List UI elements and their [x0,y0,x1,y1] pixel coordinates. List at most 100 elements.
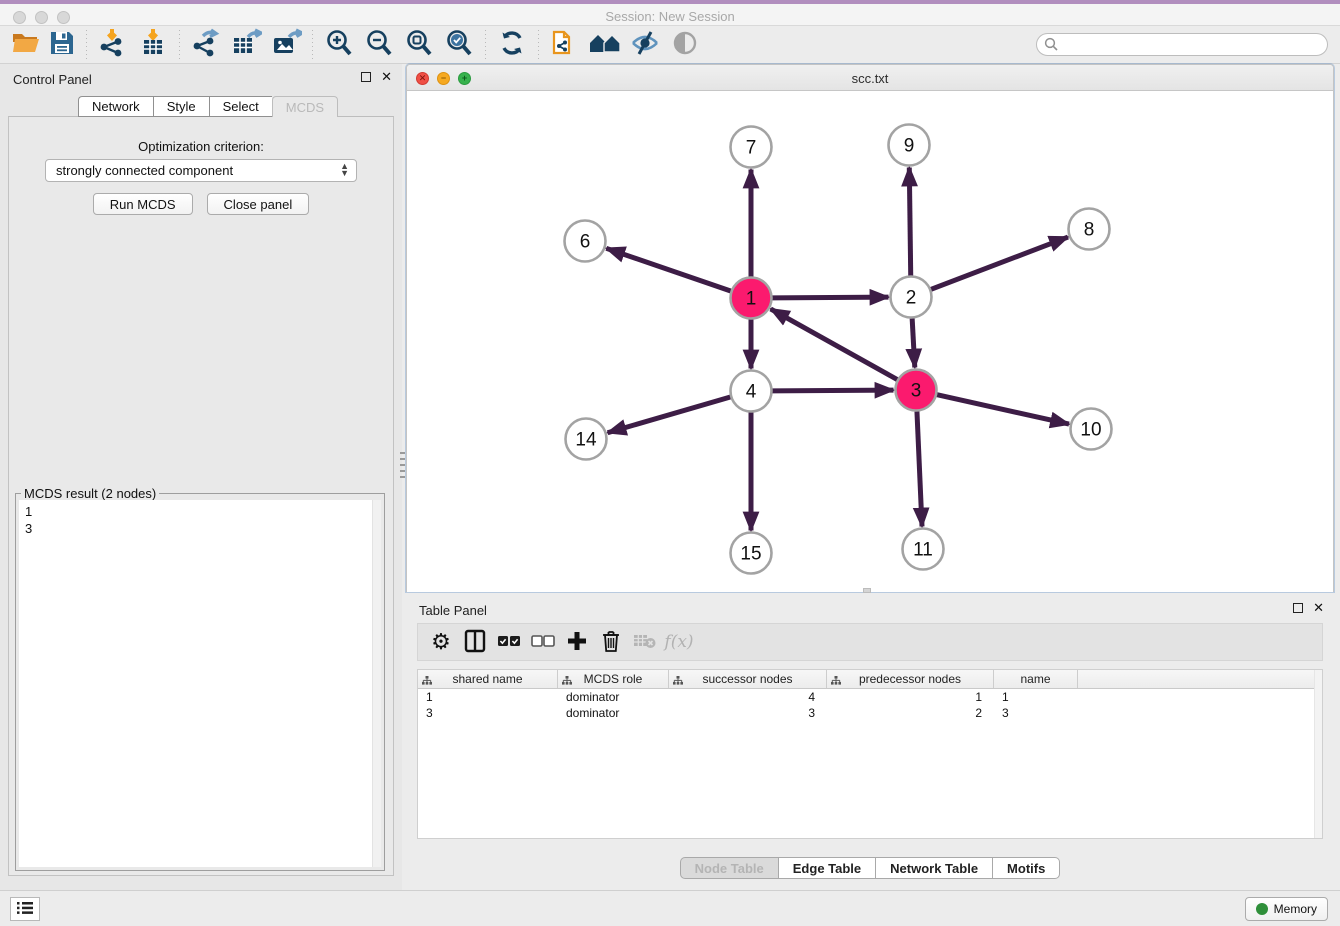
function-builder-button-disabled: f(x) [664,627,694,657]
hide-graphics-button[interactable] [625,29,665,61]
fx-icon: f(x) [664,632,693,652]
tab-style[interactable]: Style [153,96,209,117]
close-table-panel-icon[interactable]: ✕ [1313,603,1324,613]
table-row[interactable]: 3dominator323 [418,705,1322,721]
export-network-button[interactable] [186,29,226,61]
zoom-selected-button[interactable] [439,29,479,61]
show-graphics-button[interactable] [665,29,705,61]
task-history-button[interactable] [10,897,40,921]
zoom-in-button[interactable] [319,29,359,61]
export-table-icon [230,28,262,61]
float-table-panel-icon[interactable] [1293,603,1303,613]
cell-successor-nodes[interactable]: 4 [669,690,827,704]
close-panel-button[interactable]: Close panel [207,193,310,215]
search-icon [1044,37,1059,55]
edge-1-2[interactable] [772,297,888,298]
edge-3-11[interactable] [917,411,922,526]
refresh-button[interactable] [492,29,532,61]
mcds-result-area[interactable]: 1 3 [19,500,381,867]
network-frame-title: scc.txt [407,71,1333,86]
float-panel-icon[interactable] [361,72,371,82]
edge-2-8[interactable] [931,237,1068,289]
deselect-all-button[interactable] [528,627,558,657]
hierarchy-icon [831,674,841,688]
network-canvas[interactable]: 1234678910111415 [407,91,1333,592]
edge-1-6[interactable] [606,248,730,291]
table-scrollbar[interactable] [1314,670,1322,838]
open-folder-icon [11,30,41,59]
home-networks-button[interactable] [585,29,625,61]
save-session-button[interactable] [44,29,80,61]
add-column-button[interactable] [562,627,592,657]
open-network-file-button[interactable] [545,29,585,61]
open-session-button[interactable] [8,29,44,61]
tab-node-table[interactable]: Node Table [680,857,778,879]
tab-mcds[interactable]: MCDS [272,96,338,117]
table-panel-tabs: Node TableEdge TableNetwork TableMotifs [406,857,1334,879]
edge-4-3[interactable] [772,390,893,391]
panel-splitter-handle[interactable] [400,452,405,478]
zoom-out-button[interactable] [359,29,399,61]
zoom-fit-button[interactable] [399,29,439,61]
graph-node-label-9: 9 [904,136,915,157]
cell-shared-name[interactable]: 3 [418,706,558,720]
graph-node-label-8: 8 [1084,220,1095,241]
edge-2-3[interactable] [912,318,915,367]
tab-network-table[interactable]: Network Table [875,857,992,879]
graph-node-label-7: 7 [746,138,757,159]
delete-column-button[interactable] [596,627,626,657]
cell-name[interactable]: 1 [994,690,1078,704]
column-header-shared-name[interactable]: shared name [418,670,558,688]
table-header-row: shared nameMCDS rolesuccessor nodesprede… [418,670,1322,689]
columns-icon [464,629,486,656]
run-mcds-button[interactable]: Run MCDS [93,193,193,215]
edge-2-9[interactable] [909,167,910,275]
gear-icon: ⚙ [431,630,451,655]
search-input[interactable] [1036,33,1328,56]
plus-icon [566,630,588,655]
table-row[interactable]: 1dominator411 [418,689,1322,705]
result-scrollbar[interactable] [372,500,381,867]
import-table-button[interactable] [133,29,173,61]
cell-name[interactable]: 3 [994,706,1078,720]
show-columns-button[interactable] [460,627,490,657]
cell-shared-name[interactable]: 1 [418,690,558,704]
export-image-button[interactable] [266,29,306,61]
cell-MCDS-role[interactable]: dominator [558,690,669,704]
toolbar-separator [312,30,313,60]
column-header-predecessor-nodes[interactable]: predecessor nodes [827,670,994,688]
tab-motifs[interactable]: Motifs [992,857,1060,879]
export-table-button[interactable] [226,29,266,61]
graph-node-label-11: 11 [913,540,933,561]
graph-node-label-10: 10 [1080,420,1101,441]
memory-button[interactable]: Memory [1245,897,1328,921]
hierarchy-icon [422,674,432,688]
frame-resize-handle[interactable] [863,588,871,593]
tab-select[interactable]: Select [209,96,272,117]
criterion-select[interactable]: strongly connected component ▲▼ [45,159,357,182]
node-table[interactable]: shared nameMCDS rolesuccessor nodesprede… [417,669,1323,839]
close-panel-icon[interactable]: ✕ [381,72,392,82]
column-header-name[interactable]: name [994,670,1078,688]
refresh-icon [498,29,526,60]
tab-edge-table[interactable]: Edge Table [778,857,875,879]
network-frame-titlebar[interactable]: ✕ − + scc.txt [407,65,1333,91]
edge-3-1[interactable] [771,309,898,380]
eye-disabled-icon [671,29,699,60]
memory-status-icon [1256,903,1268,915]
column-header-MCDS-role[interactable]: MCDS role [558,670,669,688]
cell-MCDS-role[interactable]: dominator [558,706,669,720]
table-settings-button[interactable]: ⚙ [426,627,456,657]
tab-network[interactable]: Network [78,96,153,117]
import-network-button[interactable] [93,29,133,61]
select-all-button[interactable] [494,627,524,657]
cell-predecessor-nodes[interactable]: 1 [827,690,994,704]
edge-3-10[interactable] [937,395,1069,424]
graph-node-label-15: 15 [740,544,761,565]
network-graph[interactable]: 1234678910111415 [407,91,1333,592]
column-header-successor-nodes[interactable]: successor nodes [669,670,827,688]
zoom-fit-icon [404,28,434,61]
cell-successor-nodes[interactable]: 3 [669,706,827,720]
cell-predecessor-nodes[interactable]: 2 [827,706,994,720]
edge-4-14[interactable] [608,397,731,433]
